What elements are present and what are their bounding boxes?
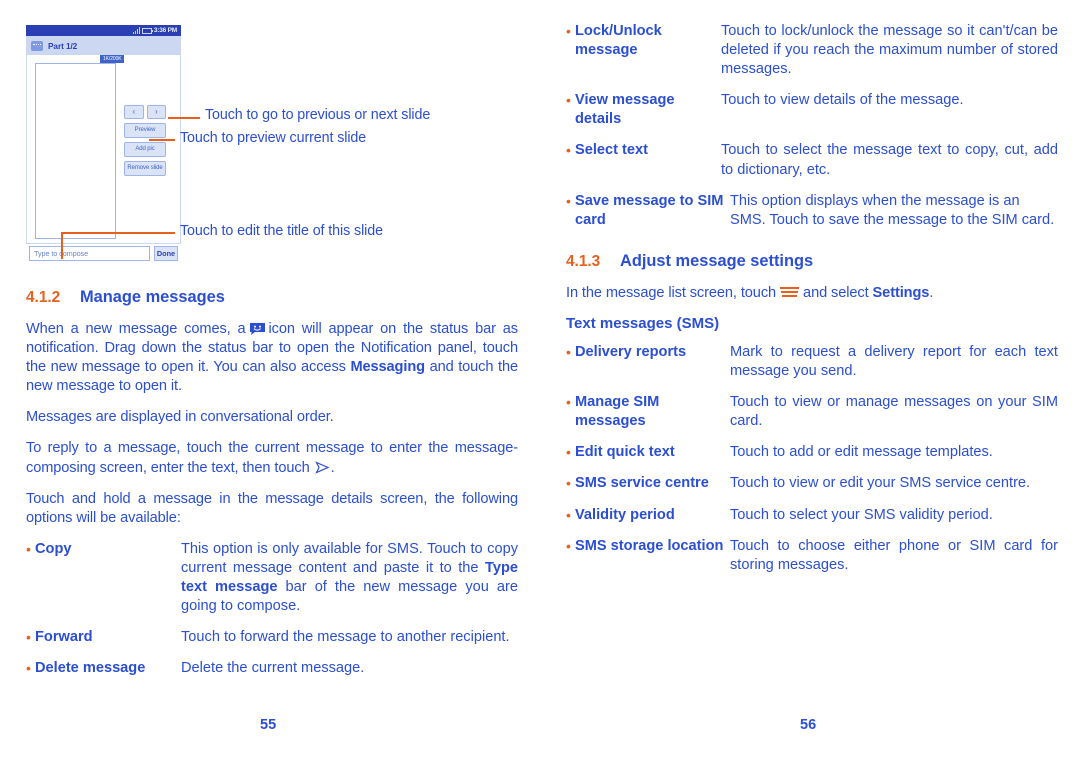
- bullet-icon: •: [26, 629, 31, 646]
- section-title: Manage messages: [80, 288, 225, 306]
- bullet-icon: •: [566, 506, 571, 523]
- paragraph-reply: To reply to a message, touch the current…: [26, 439, 518, 477]
- para3-part-b: .: [330, 459, 335, 476]
- smiley-message-icon: [249, 322, 266, 336]
- setting-row-sms-storage-location: • SMS storage location Touch to choose e…: [566, 537, 1058, 575]
- option-desc-delete-message: Delete the current message.: [181, 660, 365, 677]
- setting-term-sms-service-centre: SMS service centre: [575, 475, 709, 492]
- setting-desc-manage-sim: Touch to view or manage messages on your…: [730, 394, 1058, 430]
- option-row-forward: • Forward Touch to forward the message t…: [26, 628, 518, 647]
- setting-row-manage-sim: • Manage SIM messages Touch to view or m…: [566, 393, 1058, 431]
- setting-row-edit-quick-text: • Edit quick text Touch to add or edit m…: [566, 443, 1058, 462]
- paragraph-settings-intro: In the message list screen, touch and sel…: [566, 284, 1058, 303]
- option-desc-save-to-sim: This option displays when the message is…: [730, 192, 1055, 228]
- option-term-save-to-sim: Save message to SIM card: [575, 192, 724, 228]
- setting-desc-sms-storage-location: Touch to choose either phone or SIM card…: [730, 537, 1058, 573]
- section-heading-413: 4.1.3 Adjust message settings: [566, 252, 1058, 271]
- bullet-icon: •: [566, 444, 571, 461]
- option-term-copy: Copy: [35, 540, 72, 557]
- setting-desc-edit-quick-text: Touch to add or edit message templates.: [730, 444, 993, 461]
- paragraph-touch-and-hold: Touch and hold a message in the message …: [26, 490, 518, 526]
- intro-part-c: .: [929, 284, 934, 301]
- option-term-select-text: Select text: [575, 142, 649, 159]
- bullet-icon: •: [26, 540, 31, 557]
- option-term-view-details: View message details: [575, 92, 675, 128]
- option-term-lock-unlock: Lock/Unlock message: [575, 23, 662, 59]
- bullet-icon: •: [566, 343, 571, 360]
- setting-term-sms-storage-location: SMS storage location: [575, 537, 724, 554]
- paragraph-new-message: When a new message comes, a icon will app…: [26, 320, 518, 396]
- setting-term-manage-sim: Manage SIM messages: [575, 394, 660, 430]
- option-desc-view-details: Touch to view details of the message.: [721, 92, 964, 109]
- option-desc-lock-unlock: Touch to lock/unlock the message so it c…: [721, 23, 1058, 78]
- option-row-copy: • Copy This option is only available for…: [26, 540, 518, 616]
- setting-term-edit-quick-text: Edit quick text: [575, 444, 675, 461]
- para1-part-a: When a new message comes, a: [26, 321, 246, 337]
- page-number-right: 56: [800, 717, 817, 733]
- subheading-text-messages: Text messages (SMS): [566, 314, 720, 332]
- option-desc-forward: Touch to forward the message to another …: [181, 629, 510, 646]
- bullet-icon: •: [566, 475, 571, 492]
- section-number: 4.1.2: [26, 289, 61, 306]
- option-row-delete-message: • Delete message Delete the current mess…: [26, 659, 518, 678]
- option-desc-copy: This option is only available for SMS. T…: [181, 540, 518, 616]
- option-row-save-to-sim: • Save message to SIM card This option d…: [566, 192, 1058, 230]
- left-column: 4.1.2 Manage messages When a new message…: [26, 0, 518, 767]
- setting-term-validity-period: Validity period: [575, 506, 675, 523]
- setting-desc-delivery-reports: Mark to request a delivery report for ea…: [730, 343, 1058, 380]
- para1-bold-messaging: Messaging: [350, 359, 425, 376]
- option-row-lock-unlock: • Lock/Unlock message Touch to lock/unlo…: [566, 22, 1058, 79]
- para3-part-a: To reply to a message, touch the current…: [26, 440, 518, 476]
- option-term-delete-message: Delete message: [35, 660, 146, 677]
- option-row-view-details: • View message details Touch to view det…: [566, 91, 1058, 129]
- copy-desc-a: This option is only available for SMS. T…: [181, 540, 518, 576]
- setting-row-delivery-reports: • Delivery reports Mark to request a del…: [566, 343, 1058, 381]
- intro-part-a: In the message list screen, touch: [566, 284, 777, 301]
- menu-icon: [779, 286, 800, 299]
- section-heading-412: 4.1.2 Manage messages: [26, 288, 518, 307]
- setting-desc-validity-period: Touch to select your SMS validity period…: [730, 506, 993, 523]
- option-desc-select-text: Touch to select the message text to copy…: [721, 142, 1058, 178]
- setting-row-validity-period: • Validity period Touch to select your S…: [566, 506, 1058, 525]
- send-arrow-icon: [314, 460, 330, 474]
- intro-part-b: and select: [803, 284, 869, 301]
- setting-desc-sms-service-centre: Touch to view or edit your SMS service c…: [730, 475, 1031, 492]
- bullet-icon: •: [26, 660, 31, 677]
- paragraph-conversational-order: Messages are displayed in conversational…: [26, 409, 334, 426]
- section-title: Adjust message settings: [620, 251, 814, 270]
- page-number-left: 55: [260, 717, 277, 733]
- bullet-icon: •: [566, 92, 571, 109]
- option-term-forward: Forward: [35, 629, 93, 646]
- bullet-icon: •: [566, 23, 571, 39]
- setting-row-sms-service-centre: • SMS service centre Touch to view or ed…: [566, 474, 1058, 493]
- bullet-icon: •: [566, 142, 571, 159]
- section-number: 4.1.3: [566, 252, 601, 270]
- option-row-select-text: • Select text Touch to select the messag…: [566, 141, 1058, 179]
- setting-term-delivery-reports: Delivery reports: [575, 343, 687, 360]
- bullet-icon: •: [566, 192, 571, 209]
- bullet-icon: •: [566, 537, 571, 554]
- intro-bold-settings: Settings: [872, 284, 930, 301]
- manual-page-spread: 3:36 PM Part 1/2 1K/200K ‹ › Preview Add…: [0, 0, 1080, 767]
- right-column: • Lock/Unlock message Touch to lock/unlo…: [566, 0, 1058, 767]
- bullet-icon: •: [566, 394, 571, 411]
